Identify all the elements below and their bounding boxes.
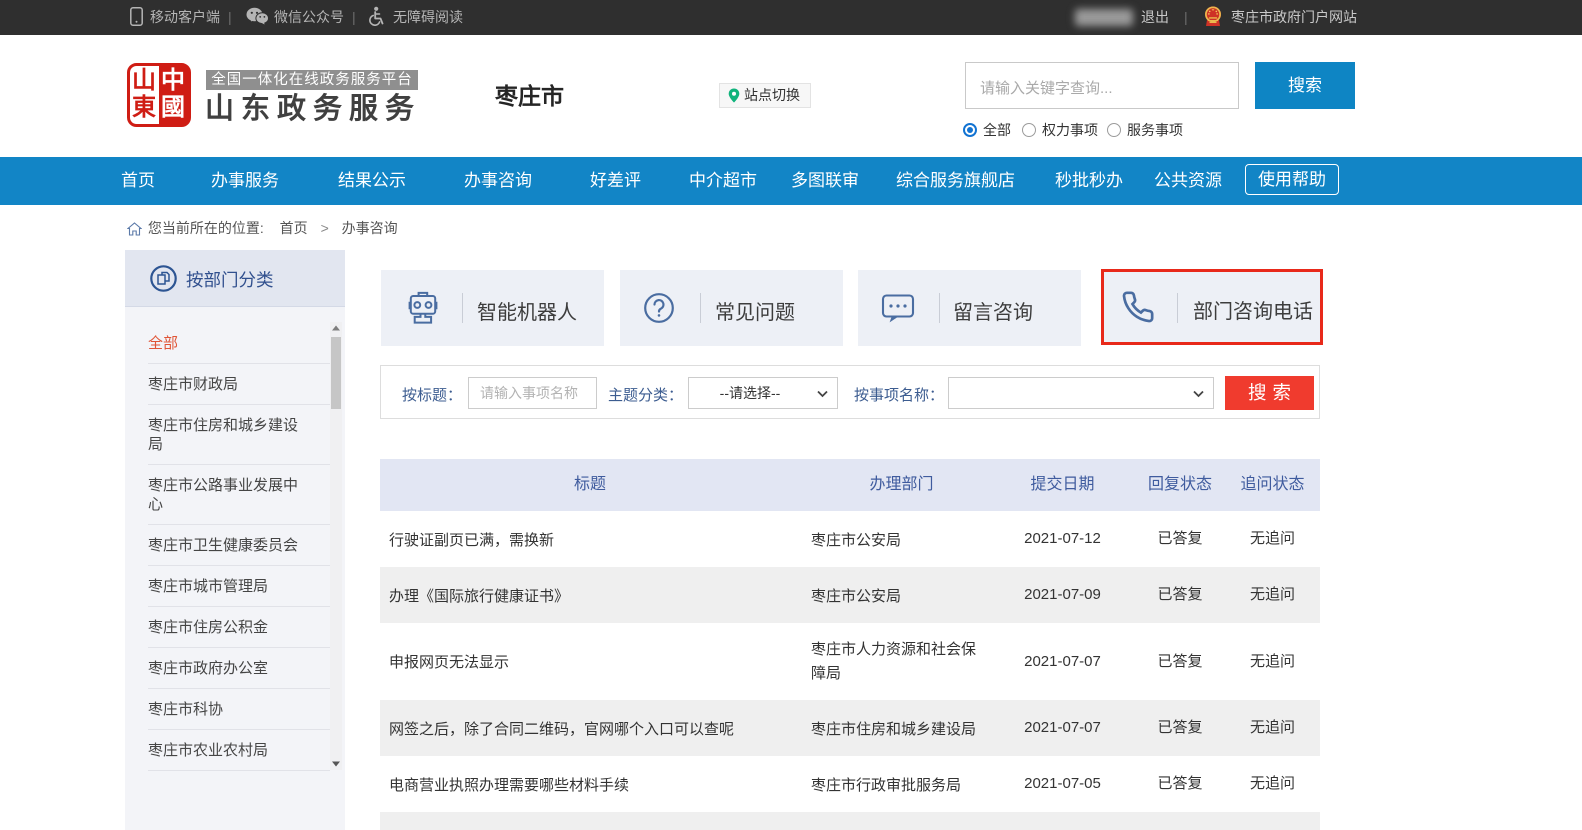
svg-text:中: 中 [161,67,185,94]
svg-text:東: 東 [132,94,156,121]
svg-text:山: 山 [132,67,156,94]
svg-text:國: 國 [161,95,185,121]
